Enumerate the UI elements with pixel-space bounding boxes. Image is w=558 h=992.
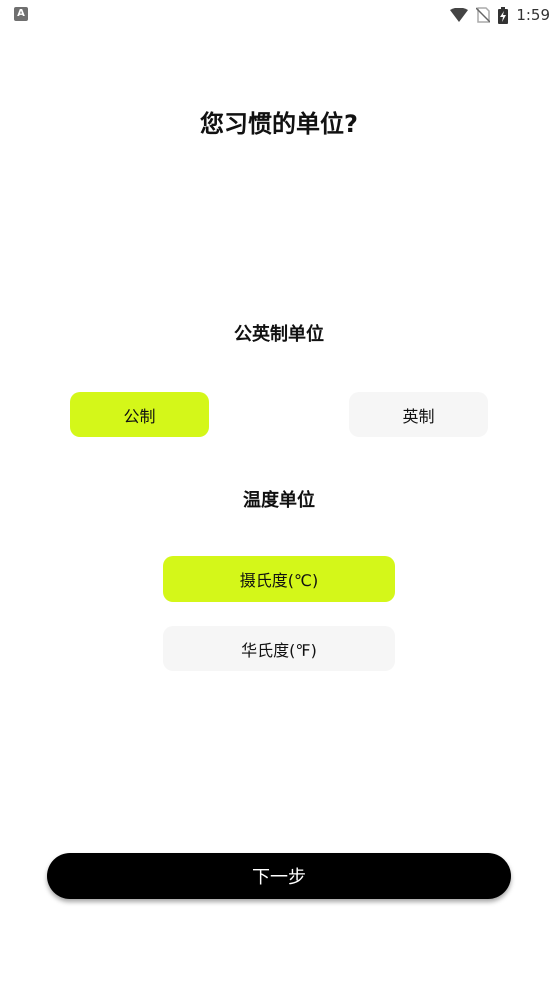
next-step-label: 下一步	[252, 867, 306, 888]
unit-system-title: 公英制单位	[234, 324, 324, 345]
status-icons: 1:59	[450, 4, 550, 26]
wifi-icon	[450, 8, 469, 22]
fahrenheit-option-button[interactable]: 华氏度(℉)	[163, 626, 395, 671]
page-title: 您习惯的单位?	[200, 110, 358, 138]
imperial-option-label: 英制	[402, 406, 435, 426]
status-bar: A 1:59	[0, 0, 558, 30]
status-time: 1:59	[516, 6, 550, 24]
no-sim-icon	[476, 7, 491, 23]
temperature-unit-title: 温度单位	[243, 490, 315, 511]
notification-app-icon: A	[14, 7, 28, 21]
metric-option-label: 公制	[123, 406, 156, 426]
screen: A 1:59 您习惯的单位? 公英制单位 公制 英制 温度单位 摄氏度(℃) 华…	[0, 0, 558, 992]
imperial-option-button[interactable]: 英制	[349, 392, 488, 437]
metric-option-button[interactable]: 公制	[70, 392, 209, 437]
next-step-button[interactable]: 下一步	[47, 853, 511, 899]
battery-charging-icon	[498, 6, 509, 24]
celsius-option-button[interactable]: 摄氏度(℃)	[163, 556, 395, 602]
celsius-option-label: 摄氏度(℃)	[239, 571, 319, 590]
fahrenheit-option-label: 华氏度(℉)	[241, 640, 317, 660]
